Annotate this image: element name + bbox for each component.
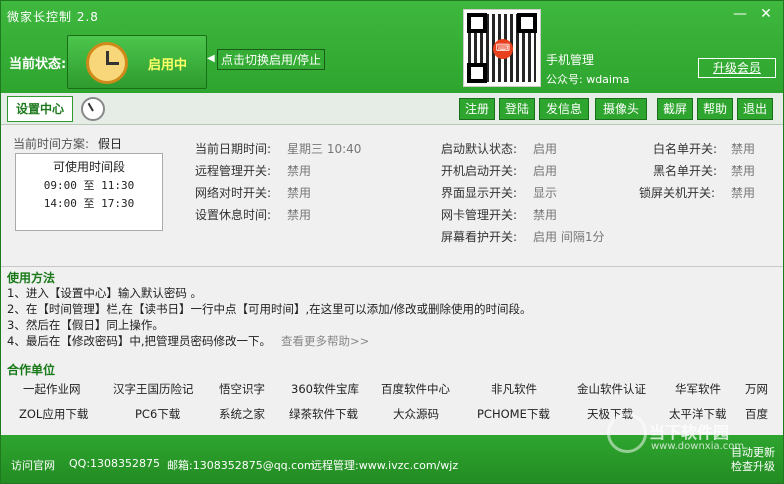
partner-link[interactable]: 百度 bbox=[745, 406, 768, 422]
usage-line-with-help: 4、最后在【修改密码】中,把管理员密码修改一下。 查看更多帮助>> bbox=[7, 333, 369, 349]
email-text: 邮箱:1308352875@qq.com bbox=[167, 459, 315, 472]
status-state: 启用中 bbox=[148, 58, 188, 73]
network-time-value: 禁用 bbox=[287, 186, 312, 200]
period-row: 09:00 至 11:30 bbox=[43, 179, 135, 192]
header-bar: 微家长控制 2.8 — ✕ 当前状态: 启用中 ◀ 点击切换启用/停止 ⌨ 手机… bbox=[1, 1, 783, 93]
toolbar: 设置中心 注册 登陆 发信息 摄像头 截屏 帮助 退出 bbox=[1, 93, 783, 125]
partner-link[interactable]: 绿茶软件下载 bbox=[289, 406, 358, 422]
qr-logo-icon: ⌨ bbox=[493, 39, 513, 59]
mobile-management-title: 手机管理 bbox=[546, 53, 595, 67]
current-datetime-label: 当前日期时间: bbox=[195, 142, 272, 156]
remote-mgmt-value: 禁用 bbox=[287, 164, 312, 178]
rest-time-label: 设置休息时间: bbox=[195, 208, 272, 222]
partners-title: 合作单位 bbox=[7, 363, 56, 377]
partner-link[interactable]: 大众源码 bbox=[393, 406, 439, 422]
public-account-text: 公众号: wdaima bbox=[546, 73, 630, 86]
nic-mgmt-value: 禁用 bbox=[533, 208, 558, 222]
boot-start-label: 开机启动开关: bbox=[441, 164, 518, 178]
qr-code-icon: ⌨ bbox=[463, 9, 541, 87]
partner-link[interactable]: 系统之家 bbox=[219, 406, 265, 422]
blacklist-value: 禁用 bbox=[731, 164, 756, 178]
whitelist-label: 白名单开关: bbox=[653, 142, 718, 156]
status-label: 当前状态: bbox=[9, 57, 67, 72]
partner-link[interactable]: 汉字王国历险记 bbox=[113, 381, 194, 397]
settings-center-tab[interactable]: 设置中心 bbox=[7, 96, 73, 122]
status-panel: 当前时间方案: 假日 可使用时间段 09:00 至 11:30 14:00 至 … bbox=[1, 126, 783, 266]
exit-button[interactable]: 退出 bbox=[737, 98, 773, 120]
network-time-label: 网络对时开关: bbox=[195, 186, 272, 200]
whitelist-value: 禁用 bbox=[731, 142, 756, 156]
check-upgrade-link[interactable]: 检查升级 bbox=[731, 458, 775, 474]
screen-guard-label: 屏幕看护开关: bbox=[441, 230, 518, 244]
partner-link[interactable]: 悟空识字 bbox=[219, 381, 265, 397]
send-message-button[interactable]: 发信息 bbox=[539, 98, 589, 120]
login-button[interactable]: 登陆 bbox=[499, 98, 535, 120]
camera-button[interactable]: 摄像头 bbox=[595, 98, 647, 120]
watermark-text: 当下软件园 bbox=[649, 423, 730, 442]
partner-link[interactable]: 非凡软件 bbox=[491, 381, 537, 397]
arrow-left-icon: ◀ bbox=[207, 53, 215, 64]
main-window: 微家长控制 2.8 — ✕ 当前状态: 启用中 ◀ 点击切换启用/停止 ⌨ 手机… bbox=[0, 0, 784, 484]
lock-shutdown-label: 锁屏关机开关: bbox=[639, 186, 716, 200]
partner-link[interactable]: 百度软件中心 bbox=[381, 381, 450, 397]
window-title: 微家长控制 2.8 bbox=[7, 10, 99, 24]
current-datetime-value: 星期三 10:40 bbox=[287, 142, 362, 156]
clock-small-icon[interactable] bbox=[81, 97, 105, 121]
period-row: 14:00 至 17:30 bbox=[43, 197, 135, 210]
boot-start-value: 启用 bbox=[533, 164, 558, 178]
partner-link[interactable]: 360软件宝库 bbox=[291, 381, 359, 397]
partner-link[interactable]: 万网 bbox=[745, 381, 768, 397]
help-button[interactable]: 帮助 bbox=[697, 98, 733, 120]
usage-line: 1、进入【设置中心】输入默认密码 。 bbox=[7, 286, 202, 300]
default-state-value: 启用 bbox=[533, 142, 558, 156]
status-toggle-button[interactable]: 启用中 bbox=[67, 35, 207, 89]
minimize-icon[interactable]: — bbox=[729, 5, 751, 23]
more-help-link[interactable]: 查看更多帮助>> bbox=[281, 334, 369, 348]
qq-text: QQ:1308352875 bbox=[69, 457, 161, 470]
toggle-hint-link[interactable]: 点击切换启用/停止 bbox=[217, 49, 326, 70]
partner-link[interactable]: PC6下载 bbox=[135, 406, 180, 422]
partner-link[interactable]: 金山软件认证 bbox=[577, 381, 646, 397]
partner-link[interactable]: 华军软件 bbox=[675, 381, 721, 397]
default-state-label: 启动默认状态: bbox=[441, 142, 518, 156]
partner-link[interactable]: 一起作业网 bbox=[23, 381, 81, 397]
clock-icon bbox=[86, 42, 128, 84]
watermark-logo-icon bbox=[607, 413, 647, 453]
period-box: 可使用时间段 09:00 至 11:30 14:00 至 17:30 bbox=[15, 153, 163, 231]
nic-mgmt-label: 网卡管理开关: bbox=[441, 208, 518, 222]
close-icon[interactable]: ✕ bbox=[755, 5, 777, 23]
usage-line: 2、在【时间管理】栏,在【读书日】一行中点【可用时间】,在这里可以添加/修改或删… bbox=[7, 302, 532, 316]
usage-title: 使用方法 bbox=[7, 271, 56, 285]
official-site-link[interactable]: 访问官网 bbox=[11, 457, 55, 473]
plan-label: 当前时间方案: bbox=[13, 137, 90, 151]
usage-section: 使用方法 1、进入【设置中心】输入默认密码 。 2、在【时间管理】栏,在【读书日… bbox=[1, 267, 783, 355]
partner-link[interactable]: ZOL应用下载 bbox=[19, 406, 88, 422]
remote-mgmt-link[interactable]: 远程管理:www.ivzc.com/wjz bbox=[311, 457, 458, 473]
remote-mgmt-label: 远程管理开关: bbox=[195, 164, 272, 178]
screenshot-button[interactable]: 截屏 bbox=[657, 98, 693, 120]
register-button[interactable]: 注册 bbox=[459, 98, 495, 120]
usage-line: 4、最后在【修改密码】中,把管理员密码修改一下。 bbox=[7, 334, 271, 348]
rest-time-value: 禁用 bbox=[287, 208, 312, 222]
plan-value: 假日 bbox=[98, 137, 123, 151]
partner-link[interactable]: PCHOME下载 bbox=[477, 406, 550, 422]
period-title: 可使用时间段 bbox=[52, 160, 125, 174]
screen-guard-value: 启用 间隔1分 bbox=[533, 230, 605, 244]
blacklist-label: 黑名单开关: bbox=[653, 164, 718, 178]
lock-shutdown-value: 禁用 bbox=[731, 186, 756, 200]
upgrade-member-button[interactable]: 升级会员 bbox=[698, 58, 776, 78]
ui-display-value: 显示 bbox=[533, 186, 558, 200]
usage-line: 3、然后在【假日】同上操作。 bbox=[7, 318, 164, 332]
ui-display-label: 界面显示开关: bbox=[441, 186, 518, 200]
